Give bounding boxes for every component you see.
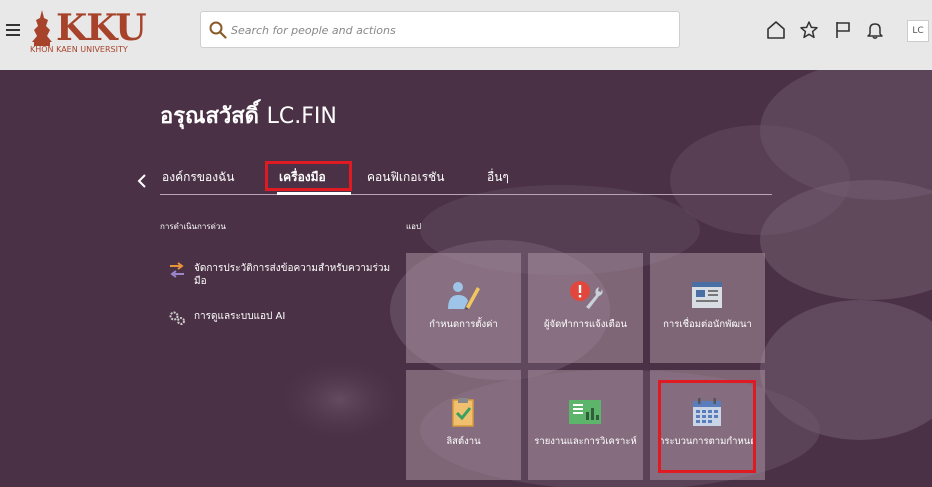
main-content: อรุณสวัสดิ์ LC.FIN องค์กรของฉัน เครื่องม… [0, 70, 932, 487]
app-tile-worklist[interactable]: ลิสต์งาน [406, 370, 521, 480]
app-tile-alert-composer[interactable]: ผู้จัดทำการแจ้งเตือน [528, 253, 643, 363]
home-icon[interactable] [766, 20, 786, 40]
greeting-heading: อรุณสวัสดิ์ LC.FIN [160, 98, 337, 133]
quick-action-label: จัดการประวัติการส่งข้อความสำหรับความร่วม… [194, 263, 391, 287]
kku-emblem-icon [32, 10, 52, 46]
clipboard-check-icon [452, 398, 474, 427]
tab-configuration[interactable]: คอนฟิเกอเรชัน [367, 168, 444, 187]
gears-icon [169, 311, 185, 325]
user-avatar[interactable]: LC [907, 20, 929, 42]
app-tile-developer-connect[interactable]: การเชื่อมต่อนักพัฒนา [650, 253, 765, 363]
user-name: LC.FIN [266, 104, 337, 129]
tab-my-organization[interactable]: องค์กรของฉัน [162, 168, 234, 187]
logo-subtitle: KHON KAEN UNIVERSITY [30, 45, 128, 54]
app-tile-label: รายงานและการวิเคราะห์ [534, 436, 637, 447]
quick-action-messaging-history[interactable]: จัดการประวัติการส่งข้อความสำหรับความร่วม… [168, 262, 402, 288]
swap-arrows-icon [170, 262, 184, 278]
tab-others[interactable]: อื่นๆ [487, 168, 509, 187]
app-tile-label: การเชื่อมต่อนักพัฒนา [663, 319, 752, 330]
quick-actions-label: การดำเนินการด่วน [160, 222, 226, 231]
active-tab-indicator [277, 192, 351, 195]
apps-label: แอป [406, 222, 422, 231]
star-icon[interactable] [799, 20, 819, 40]
quick-action-label: การดูแลระบบแอป AI [194, 311, 286, 322]
app-tile-reports-analytics[interactable]: รายงานและการวิเคราะห์ [528, 370, 643, 480]
greeting-prefix: อรุณสวัสดิ์ [160, 104, 259, 129]
logo-text: KKU [56, 7, 147, 49]
person-pencil-icon [448, 282, 480, 310]
app-tile-label: กำหนดการตั้งค่า [429, 319, 498, 330]
tile-highlight-box [658, 380, 756, 473]
app-tile-label: ผู้จัดทำการแจ้งเตือน [543, 319, 628, 330]
search-icon [209, 21, 227, 39]
kku-logo[interactable]: KKU KHON KAEN UNIVERSITY [30, 8, 147, 56]
flag-icon[interactable] [833, 20, 853, 40]
app-tile-label: ลิสต์งาน [446, 436, 481, 447]
tabs-divider [160, 194, 772, 195]
app-tile-setup[interactable]: กำหนดการตั้งค่า [406, 253, 521, 363]
hamburger-menu-icon[interactable] [6, 24, 20, 36]
report-chart-icon [569, 400, 601, 424]
search-box[interactable] [200, 11, 680, 48]
tab-highlight-box [265, 161, 352, 191]
quick-action-ai-admin[interactable]: การดูแลระบบแอป AI [168, 310, 402, 326]
search-input[interactable] [231, 18, 671, 42]
top-header: KKU KHON KAEN UNIVERSITY LC [0, 0, 932, 70]
developer-window-icon [692, 282, 722, 308]
alert-wrench-icon [570, 281, 603, 309]
bell-icon[interactable] [865, 20, 885, 40]
chevron-left-icon[interactable] [136, 173, 148, 189]
